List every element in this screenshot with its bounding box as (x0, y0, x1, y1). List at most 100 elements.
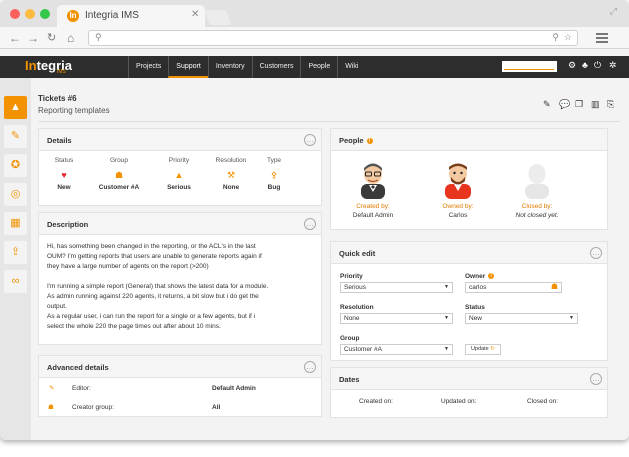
detail-header: Status (54, 157, 74, 164)
created-on-label: Created on: (359, 398, 393, 405)
new-tab-button[interactable] (204, 10, 232, 25)
star-icon[interactable]: ☆ (564, 32, 572, 43)
detail-type: Type ⚴ Bug (249, 157, 299, 191)
owner-label: Owner! (465, 273, 495, 280)
detail-header: Group (109, 157, 129, 164)
stats-icon[interactable]: ▥ (591, 99, 600, 110)
files-icon[interactable]: ❐ (575, 99, 583, 110)
group-icon: ☗ (114, 170, 124, 180)
nav-people[interactable]: People (300, 56, 337, 78)
people-title-text: People (339, 136, 364, 145)
quick-edit-panel: Quick edit … Priority Serious ▼ Owner! ca… (330, 241, 608, 361)
main-navigation: Projects Support Inventory Customers Peo… (128, 56, 365, 78)
description-line: select the whole 220 the page times out … (47, 323, 221, 330)
priority-select[interactable]: Serious ▼ (340, 282, 453, 293)
update-button[interactable]: Update ↻ (465, 344, 501, 355)
collapse-toggle-icon[interactable]: … (590, 373, 602, 385)
refresh-icon: ↻ (490, 346, 495, 352)
address-bar[interactable]: ⚲ ⚲ ☆ (88, 30, 578, 46)
people-title: People! (339, 136, 373, 145)
app-header: Integria IMS Projects Support Inventory … (0, 56, 629, 78)
pencil-icon: ✎ (49, 385, 55, 392)
collapse-toggle-icon[interactable]: … (590, 247, 602, 259)
chevron-down-icon: ▼ (444, 315, 449, 321)
minimize-window-button[interactable] (25, 9, 35, 19)
dates-title: Dates (339, 375, 360, 384)
header-search-input[interactable] (502, 61, 557, 72)
browser-menu-icon[interactable] (596, 33, 608, 43)
group-label: Group (340, 335, 360, 342)
gear-icon[interactable]: ✲ (609, 60, 617, 71)
detail-value: Customer #A (98, 184, 140, 191)
export-icon[interactable]: ⎘ (607, 99, 614, 110)
status-value: New (469, 315, 483, 322)
nav-inventory[interactable]: Inventory (207, 56, 252, 78)
detail-value: New (57, 184, 71, 191)
browser-toolbar: ← → ↻ ⌂ ⚲ ⚲ ☆ (0, 27, 629, 49)
maximize-window-button[interactable] (40, 9, 50, 19)
info-icon[interactable]: ! (488, 273, 495, 279)
edit-pencil-icon[interactable]: ✎ (543, 99, 551, 110)
forward-arrow-icon[interactable]: → (27, 30, 39, 46)
priority-value: Serious (344, 284, 367, 291)
tab-close-icon[interactable]: ✕ (191, 9, 199, 20)
closed-on-label: Closed on: (527, 398, 559, 405)
description-title: Description (47, 220, 89, 229)
advanced-label: Editor: (72, 385, 91, 392)
sidebar-alert-icon[interactable]: ◎ (4, 183, 27, 206)
sidebar-award-icon[interactable]: ✪ (4, 154, 27, 177)
sidebar-link-icon[interactable]: ∞ (4, 270, 27, 293)
users-icon[interactable]: ♣ (582, 60, 588, 70)
comment-icon[interactable]: 💬 (559, 99, 570, 110)
nav-customers[interactable]: Customers (251, 56, 301, 78)
left-sidebar: ▲ ✎ ✪ ◎ ▦ ⇪ ∞ (0, 78, 31, 440)
group-select[interactable]: Customer #A ▼ (340, 344, 453, 355)
sidebar-tickets-icon[interactable]: ▲ (4, 96, 27, 119)
power-icon[interactable]: ⏻ (594, 60, 601, 71)
details-title: Details (47, 136, 72, 145)
description-line: output. (47, 303, 67, 310)
update-label: Update (471, 346, 489, 352)
person-created-by: Created by: Default Admin (338, 161, 408, 219)
reload-icon[interactable]: ↻ (47, 30, 56, 46)
sidebar-upload-icon[interactable]: ⇪ (4, 241, 27, 264)
collapse-toggle-icon[interactable]: … (304, 361, 316, 373)
nav-projects[interactable]: Projects (128, 56, 168, 78)
sidebar-tag-icon[interactable]: ✎ (4, 125, 27, 148)
settings-gear-icon[interactable]: ⚙ (568, 60, 576, 71)
admin-avatar-icon (356, 161, 390, 199)
home-icon[interactable]: ⌂ (67, 30, 74, 46)
browser-titlebar: In Integria IMS ✕ ⤢ (0, 0, 629, 27)
group-value: Customer #A (344, 346, 382, 353)
collapse-toggle-icon[interactable]: … (304, 218, 316, 230)
collapse-toggle-icon[interactable]: … (304, 134, 316, 146)
close-window-button[interactable] (10, 9, 20, 19)
zoom-icon[interactable]: ⚲ (552, 32, 559, 43)
info-icon[interactable]: ! (366, 138, 373, 144)
details-panel: Details … Status ♥ New Group ☗ Customer … (38, 128, 322, 206)
status-select[interactable]: New ▼ (465, 313, 578, 324)
owner-input[interactable]: carlos ☗ (465, 282, 562, 293)
group-icon: ☗ (48, 404, 54, 411)
advanced-details-header: Advanced details … (39, 356, 321, 378)
created-by-label: Created by: (356, 203, 390, 210)
sidebar-calendar-icon[interactable]: ▦ (4, 212, 27, 235)
nav-wiki[interactable]: Wiki (337, 56, 365, 78)
logo-text: tegria (36, 58, 72, 73)
logo-subtitle: IMS (57, 69, 66, 75)
advanced-label: Creator group: (72, 404, 114, 411)
closed-by-label: Closed by: (521, 203, 553, 210)
bug-icon: ⚴ (270, 170, 278, 180)
description-line: As admin running against 220 agents, it … (47, 293, 259, 300)
nav-support[interactable]: Support (168, 56, 208, 78)
browser-tab[interactable]: In Integria IMS ✕ (57, 5, 205, 27)
back-arrow-icon[interactable]: ← (9, 30, 21, 46)
resolution-select[interactable]: None ▼ (340, 313, 453, 324)
detail-priority: Priority ▲ Serious (154, 157, 204, 191)
dates-header: Dates … (331, 368, 607, 390)
fullscreen-icon[interactable]: ⤢ (610, 6, 617, 17)
advanced-details-panel: Advanced details … ✎ Editor: Default Adm… (38, 355, 322, 417)
chevron-down-icon: ▼ (444, 346, 449, 352)
people-header: People! (331, 129, 607, 151)
heart-icon: ♥ (61, 170, 67, 180)
